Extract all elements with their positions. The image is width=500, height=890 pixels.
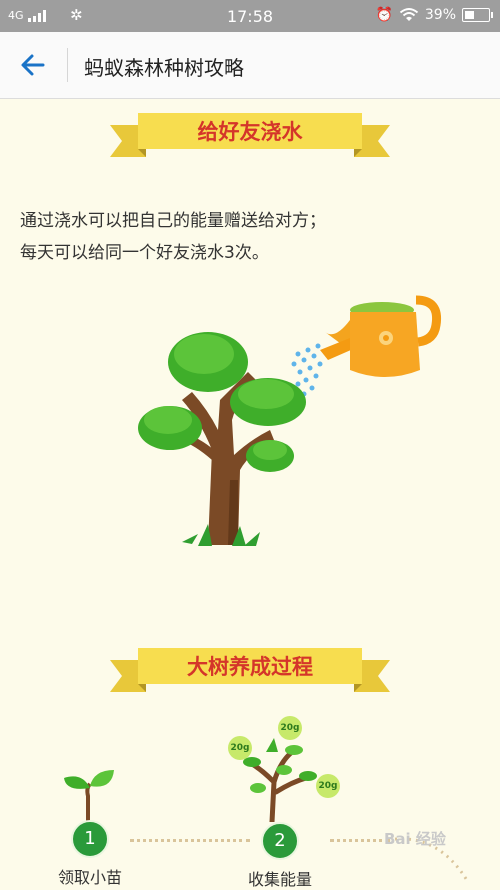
energy-badge: 20g [278,716,302,740]
energy-badge: 20g [316,774,340,798]
nav-divider [67,48,68,82]
tree-icon [138,332,306,546]
section-heading-growth: 大树养成过程 [110,646,390,696]
step-caption: 收集能量 [247,870,312,889]
growth-step: 1 领取小苗 [50,820,130,888]
status-right-group: ⏰ 39% [375,7,493,23]
battery-percent: 39% [424,7,456,23]
step-number-badge: 1 [71,820,109,858]
step-caption: 领取小苗 [57,868,122,887]
baidu-watermark: Bai 经验 [384,830,446,848]
watering-can-icon [320,295,442,377]
back-arrow-icon[interactable] [16,48,50,82]
step-number-badge: 2 [261,822,299,860]
step-connector [130,839,250,842]
section-heading-label: 给好友浇水 [197,120,303,144]
sprout-icon [64,770,114,822]
navigation-bar: 蚂蚁森林种树攻略 [0,32,500,99]
status-bar: 4G ✲ 17:58 ⏰ 39% [0,0,500,32]
growth-step: 2 收集能量 [240,822,320,890]
page-title: 蚂蚁森林种树攻略 [84,56,244,80]
alarm-icon: ⏰ [375,7,393,23]
wifi-icon [399,8,419,21]
battery-icon [462,8,493,22]
tree-watering-illustration [138,295,442,546]
watering-description: 通过浇水可以把自己的能量赠送给对方； 每天可以给同一个好友浇水3次。 [20,205,326,269]
section-heading-watering: 给好友浇水 [110,111,390,161]
description-line: 每天可以给同一个好友浇水3次。 [20,243,269,263]
section-heading-label: 大树养成过程 [187,655,313,679]
description-line: 通过浇水可以把自己的能量赠送给对方； [20,211,326,231]
energy-badge: 20g [228,736,252,760]
step-connector [330,839,390,842]
